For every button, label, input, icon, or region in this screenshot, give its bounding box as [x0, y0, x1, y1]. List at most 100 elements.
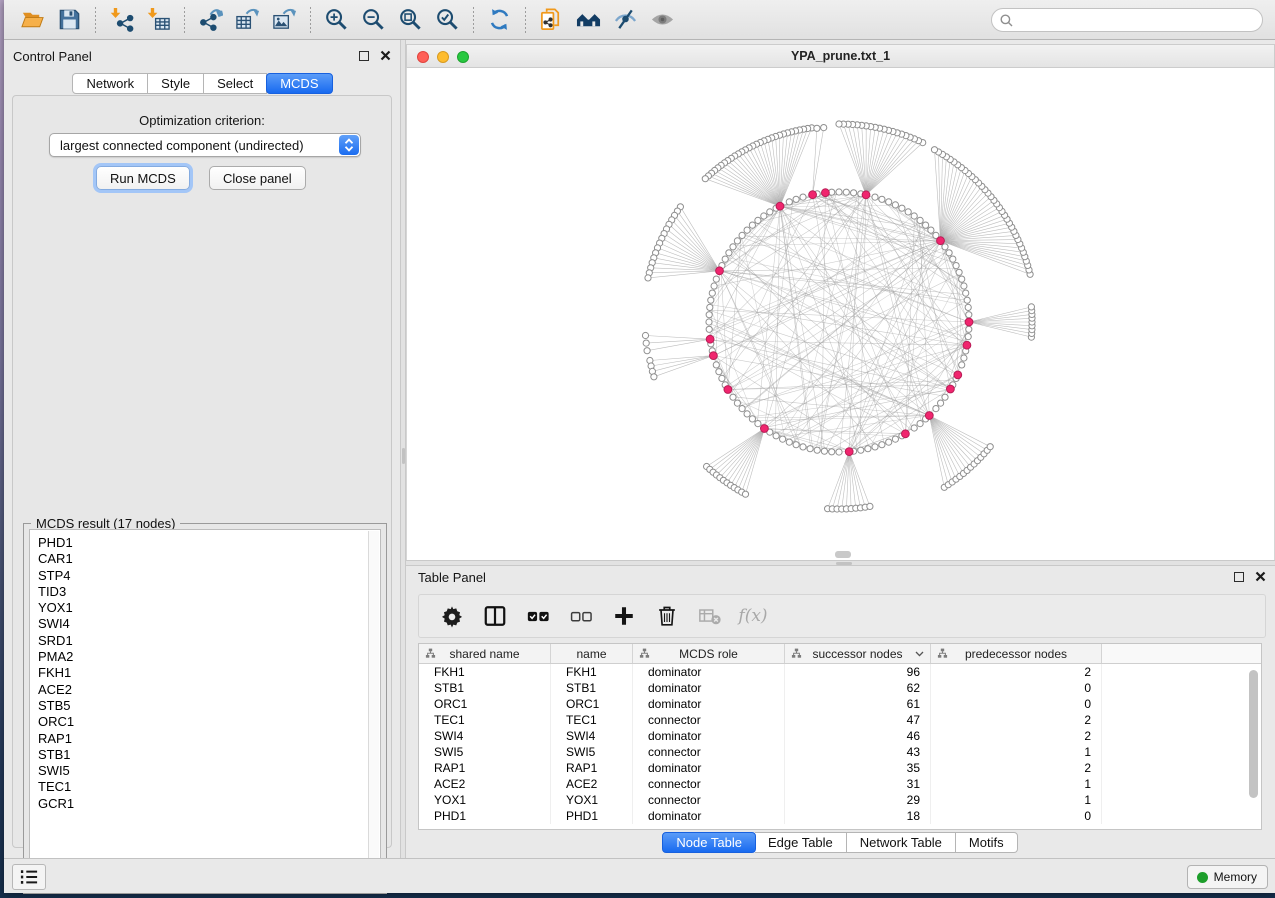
graph-node[interactable] [959, 362, 965, 368]
cell-predecessor-nodes[interactable]: 0 [931, 808, 1102, 824]
close-panel-icon[interactable] [380, 50, 391, 61]
cell-name[interactable]: PHD1 [551, 808, 633, 824]
cell-shared-name[interactable]: ORC1 [419, 696, 551, 712]
cell-shared-name[interactable]: RAP1 [419, 760, 551, 776]
graph-node[interactable] [706, 312, 712, 318]
graph-node[interactable] [892, 436, 898, 442]
graph-node[interactable] [739, 232, 745, 238]
table-row[interactable]: YOX1YOX1connector291 [419, 792, 1261, 808]
import-table-button[interactable] [140, 3, 177, 37]
open-session-button[interactable] [14, 3, 51, 37]
zoom-out-button[interactable] [355, 3, 392, 37]
cell-predecessor-nodes[interactable]: 2 [931, 728, 1102, 744]
graph-node[interactable] [730, 244, 736, 250]
table-settings-button[interactable] [438, 601, 466, 631]
cell-mcds-role[interactable]: dominator [633, 664, 785, 680]
graph-node[interactable] [709, 290, 715, 296]
graph-edge[interactable] [969, 322, 1032, 330]
graph-edge[interactable] [710, 310, 951, 389]
show-columns-button[interactable] [481, 601, 509, 631]
mcds-result-item[interactable]: YOX1 [38, 600, 367, 616]
graph-edge[interactable] [969, 322, 1031, 337]
graph-node[interactable] [706, 319, 712, 325]
graph-node[interactable] [872, 194, 878, 200]
graph-edge[interactable] [672, 220, 720, 271]
graph-edge[interactable] [929, 416, 970, 468]
deselect-all-button[interactable] [567, 601, 595, 631]
graph-node[interactable] [707, 304, 713, 310]
graph-mcds-node[interactable] [862, 191, 870, 199]
column-header-name[interactable]: name [551, 644, 633, 663]
select-all-button[interactable] [524, 601, 552, 631]
network-canvas[interactable] [406, 68, 1275, 560]
graph-node[interactable] [942, 394, 948, 400]
table-row[interactable]: ACE2ACE2connector311 [419, 776, 1261, 792]
graph-node[interactable] [767, 209, 773, 215]
graph-node[interactable] [719, 375, 725, 381]
zoom-selected-button[interactable] [429, 3, 466, 37]
graph-node[interactable] [917, 217, 923, 223]
mcds-result-item[interactable]: ACE2 [38, 682, 367, 698]
graph-node[interactable] [642, 332, 648, 338]
graph-node[interactable] [966, 326, 972, 332]
network-hscroll-thumb[interactable] [835, 551, 851, 558]
graph-node[interactable] [961, 355, 967, 361]
table-row[interactable]: STB1STB1dominator620 [419, 680, 1261, 696]
graph-node[interactable] [963, 290, 969, 296]
cell-mcds-role[interactable]: connector [633, 792, 785, 808]
home-layout-button[interactable] [570, 3, 607, 37]
graph-edge[interactable] [728, 195, 866, 254]
splitter-grip[interactable] [402, 448, 405, 464]
float-panel-icon[interactable] [359, 51, 369, 61]
cell-name[interactable]: ORC1 [551, 696, 633, 712]
cell-shared-name[interactable]: TEC1 [419, 712, 551, 728]
graph-node[interactable] [867, 503, 873, 509]
graph-node[interactable] [953, 263, 959, 269]
graph-edge[interactable] [780, 129, 804, 206]
graph-node[interactable] [773, 433, 779, 439]
mcds-result-item[interactable]: SWI4 [38, 616, 367, 632]
run-mcds-button[interactable]: Run MCDS [96, 166, 190, 190]
graph-edge[interactable] [849, 194, 858, 452]
graph-mcds-node[interactable] [963, 341, 971, 349]
graph-node[interactable] [966, 312, 972, 318]
memory-button[interactable]: Memory [1187, 865, 1268, 889]
cell-shared-name[interactable]: SWI4 [419, 728, 551, 744]
graph-node[interactable] [886, 439, 892, 445]
graph-node[interactable] [645, 275, 651, 281]
cell-successor-nodes[interactable]: 61 [785, 696, 931, 712]
graph-edge[interactable] [849, 452, 865, 508]
graph-node[interactable] [858, 447, 864, 453]
graph-mcds-node[interactable] [845, 448, 853, 456]
graph-node[interactable] [755, 421, 761, 427]
cell-shared-name[interactable]: STB1 [419, 680, 551, 696]
graph-edge[interactable] [780, 128, 812, 206]
mcds-result-item[interactable]: RAP1 [38, 731, 367, 747]
graph-edge[interactable] [866, 129, 884, 195]
cell-successor-nodes[interactable]: 31 [785, 776, 931, 792]
graph-node[interactable] [964, 297, 970, 303]
cell-successor-nodes[interactable]: 62 [785, 680, 931, 696]
splitter-grip[interactable] [836, 562, 852, 565]
table-row[interactable]: SWI4SWI4dominator462 [419, 728, 1261, 744]
cell-successor-nodes[interactable]: 43 [785, 744, 931, 760]
graph-node[interactable] [755, 217, 761, 223]
mcds-result-item[interactable]: TEC1 [38, 779, 367, 795]
float-panel-icon[interactable] [1234, 572, 1244, 582]
graph-node[interactable] [911, 213, 917, 219]
graph-mcds-node[interactable] [710, 352, 718, 360]
graph-node[interactable] [892, 202, 898, 208]
mcds-result-item[interactable]: PHD1 [38, 535, 367, 551]
graph-mcds-node[interactable] [706, 335, 714, 343]
graph-node[interactable] [879, 442, 885, 448]
graph-edge[interactable] [720, 271, 967, 295]
graph-node[interactable] [821, 448, 827, 454]
table-row[interactable]: ORC1ORC1dominator610 [419, 696, 1261, 712]
graph-node[interactable] [843, 189, 849, 195]
cell-predecessor-nodes[interactable]: 1 [931, 744, 1102, 760]
mcds-result-item[interactable]: CAR1 [38, 551, 367, 567]
table-row[interactable]: FKH1FKH1dominator962 [419, 664, 1261, 680]
cell-predecessor-nodes[interactable]: 1 [931, 776, 1102, 792]
graph-node[interactable] [744, 411, 750, 417]
mcds-result-scrollbar[interactable] [368, 531, 379, 886]
